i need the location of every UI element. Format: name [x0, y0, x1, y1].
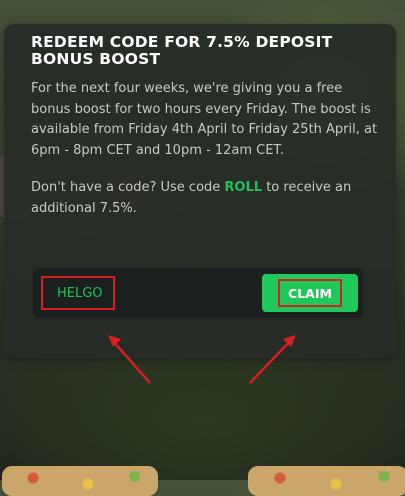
arrow-annotation-icon [108, 335, 121, 347]
arrow-annotation-icon [108, 335, 296, 384]
arrow-annotation-icon [112, 340, 151, 384]
arrow-annotation-icon [249, 340, 291, 384]
